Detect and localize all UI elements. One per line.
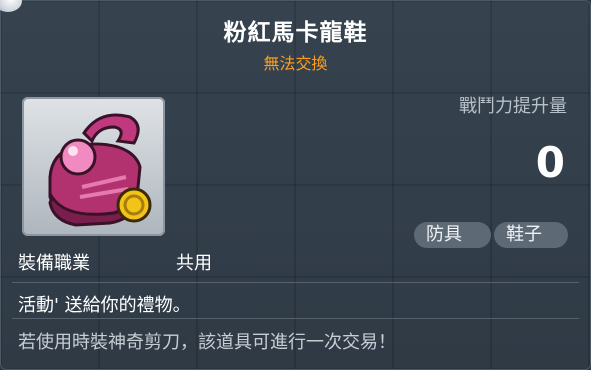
item-icon-frame	[22, 97, 165, 236]
category-tag-armor: 防具	[414, 222, 491, 248]
combat-power-value: 0	[535, 138, 565, 187]
job-value: 共用	[176, 253, 212, 274]
divider	[12, 318, 579, 319]
divider	[12, 282, 579, 283]
item-name: 粉紅馬卡龍鞋	[223, 20, 368, 46]
item-description: 活動' 送給你的禮物。	[18, 295, 191, 316]
category-tag-shoes: 鞋子	[494, 222, 568, 248]
trade-status: 無法交換	[263, 54, 328, 73]
job-label: 裝備職業	[18, 253, 90, 274]
trade-note: 若使用時裝神奇剪刀，該道具可進行一次交易！	[18, 332, 396, 353]
corner-gem-icon	[0, 0, 22, 12]
pink-macaron-shoe-icon	[48, 113, 152, 227]
combat-power-label: 戰鬥力提升量	[459, 96, 567, 117]
item-tooltip: 粉紅馬卡龍鞋 無法交換 戰鬥力提升量 0 防具 鞋子 裝備職業 共用 活動' 送…	[0, 0, 591, 370]
